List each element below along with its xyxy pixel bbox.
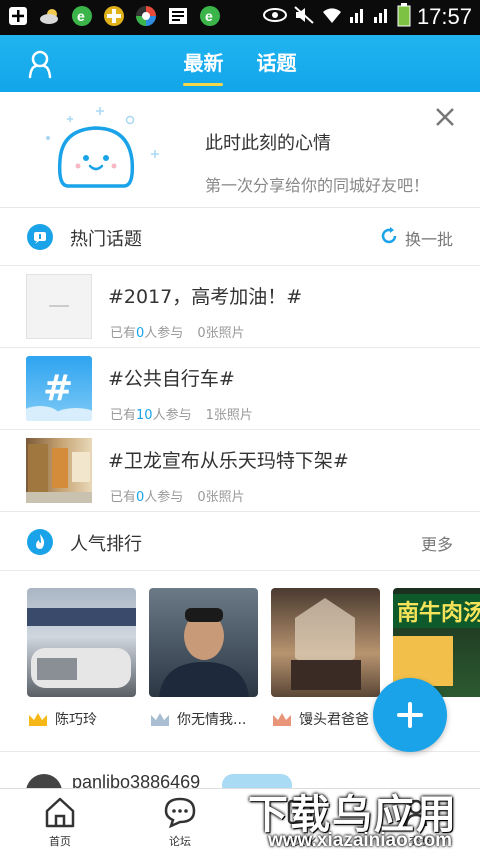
topic-thumbnail <box>26 438 92 503</box>
battery-icon <box>397 3 411 31</box>
close-icon[interactable] <box>434 106 456 128</box>
chat-icon <box>163 795 197 829</box>
ranking-card[interactable]: 陈巧玲 <box>27 588 136 729</box>
watermark: 下载乌应用 www.xiazainiao.com <box>240 782 480 853</box>
app-icon <box>102 4 126 28</box>
refresh-button[interactable]: 换一批 <box>379 226 453 250</box>
svg-text:#: # <box>43 368 73 409</box>
user-photo <box>27 588 136 697</box>
crown-icon <box>27 710 49 728</box>
browser-icon: e <box>198 4 222 28</box>
news-icon <box>166 4 190 28</box>
flame-icon <box>27 529 53 555</box>
browser-icon: e <box>70 4 94 28</box>
crown-icon <box>271 710 293 728</box>
watermark-url: www.xiazainiao.com <box>268 830 453 851</box>
weather-icon <box>38 4 62 28</box>
user-name: 你无情我... <box>177 712 247 728</box>
ranking-card[interactable]: 馒头君爸爸 <box>271 588 380 729</box>
hot-topics-header: 热门话题 换一批 <box>0 208 480 266</box>
user-photo <box>149 588 258 697</box>
tab-latest[interactable]: 最新 <box>183 47 224 86</box>
clock: 17:57 <box>416 4 472 29</box>
tab-bar: 最新 话题 <box>0 47 480 86</box>
mood-card[interactable]: 此时此刻的心情 第一次分享给你的同城好友吧！ <box>0 92 480 208</box>
signal-icon <box>349 5 367 29</box>
system-icons: 17:57 <box>262 3 472 31</box>
svg-text:南牛肉汤: 南牛肉汤 <box>397 600 480 626</box>
avatar <box>26 774 62 788</box>
user-name: panlibo3886469 <box>72 772 201 788</box>
topic-meta: 已有0人参与 0张照片 <box>110 326 245 341</box>
topic-icon <box>27 224 53 250</box>
mood-subtitle: 第一次分享给你的同城好友吧！ <box>205 176 430 195</box>
topic-title: #2017，高考加油！# <box>108 286 303 308</box>
topic-row[interactable]: #卫龙宣布从乐天玛特下架# 已有0人参与 0张照片 <box>0 430 480 512</box>
topic-title: #公共自行车# <box>108 368 235 390</box>
tab-topics[interactable]: 话题 <box>257 47 297 82</box>
topic-meta: 已有10人参与 1张照片 <box>110 408 253 423</box>
app-icon <box>134 4 158 28</box>
add-post-button[interactable] <box>373 678 447 752</box>
smiley-icon <box>40 102 170 202</box>
user-name: 陈巧玲 <box>55 712 97 728</box>
topic-row[interactable]: # #公共自行车# 已有10人参与 1张照片 <box>0 348 480 430</box>
nav-label: 论坛 <box>169 835 191 848</box>
ranking-card[interactable]: 你无情我... <box>149 588 258 729</box>
notification-icons: e e <box>6 4 222 28</box>
topic-meta: 已有0人参与 0张照片 <box>110 490 245 505</box>
status-bar: e e 17:57 <box>0 0 480 35</box>
mute-icon <box>293 5 315 29</box>
user-photo <box>271 588 380 697</box>
home-icon <box>43 795 77 829</box>
svg-text:e: e <box>205 8 213 24</box>
add-icon <box>6 4 30 28</box>
refresh-label: 换一批 <box>404 230 453 249</box>
app-header: 最新 话题 <box>0 35 480 92</box>
nav-label: 首页 <box>49 835 71 848</box>
svg-text:e: e <box>77 8 85 24</box>
crown-icon <box>149 710 171 728</box>
topic-thumbnail: # <box>26 356 92 421</box>
user-name: 馒头君爸爸 <box>299 712 369 728</box>
section-title: 热门话题 <box>70 229 142 250</box>
section-title: 人气排行 <box>70 534 142 555</box>
topic-row[interactable]: #2017，高考加油！# 已有0人参与 0张照片 <box>0 266 480 348</box>
topic-thumbnail <box>26 274 92 339</box>
wifi-icon <box>321 5 343 29</box>
nav-home[interactable]: 首页 <box>20 795 100 849</box>
more-link[interactable]: 更多 <box>421 531 453 555</box>
nav-forum[interactable]: 论坛 <box>140 795 220 849</box>
topic-title: #卫龙宣布从乐天玛特下架# <box>108 450 349 472</box>
eye-icon <box>262 6 287 28</box>
mood-title: 此时此刻的心情 <box>205 133 331 154</box>
popularity-header: 人气排行 更多 <box>0 513 480 571</box>
signal-icon <box>373 5 391 29</box>
refresh-icon <box>379 226 399 250</box>
